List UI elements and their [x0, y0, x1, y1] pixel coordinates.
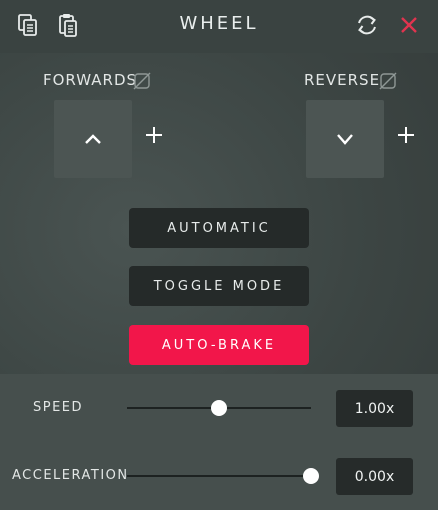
chevron-down-icon: [337, 134, 353, 145]
slider-section: SPEED 1.00x ACCELERATION 0.00x: [0, 374, 438, 510]
acceleration-label: ACCELERATION: [12, 468, 129, 483]
unbind-reverse-icon[interactable]: [379, 72, 397, 90]
acceleration-slider-handle[interactable]: [303, 468, 319, 484]
unbind-forwards-icon[interactable]: [133, 72, 151, 90]
speed-value-field[interactable]: 1.00x: [336, 390, 413, 427]
wheel-panel: WHEEL FORWARDS REVERSE AUTOMATIC TOGGLE …: [0, 0, 438, 510]
automatic-button[interactable]: AUTOMATIC: [129, 208, 309, 248]
refresh-icon[interactable]: [354, 11, 380, 39]
panel-header: WHEEL: [0, 0, 438, 53]
toggle-mode-button[interactable]: TOGGLE MODE: [129, 266, 309, 306]
reverse-label: REVERSE: [304, 71, 381, 89]
chevron-up-icon: [85, 134, 101, 144]
add-reverse-key-button[interactable]: [395, 124, 417, 146]
reverse-key-slot[interactable]: [306, 100, 384, 178]
speed-slider-handle[interactable]: [211, 400, 227, 416]
close-icon[interactable]: [396, 11, 422, 39]
forwards-label: FORWARDS: [43, 71, 138, 89]
auto-brake-button[interactable]: AUTO-BRAKE: [129, 325, 309, 365]
acceleration-value-field[interactable]: 0.00x: [336, 458, 413, 495]
add-forwards-key-button[interactable]: [143, 124, 165, 146]
acceleration-slider-track[interactable]: [127, 475, 311, 477]
forwards-key-slot[interactable]: [54, 100, 132, 178]
speed-label: SPEED: [33, 400, 84, 415]
